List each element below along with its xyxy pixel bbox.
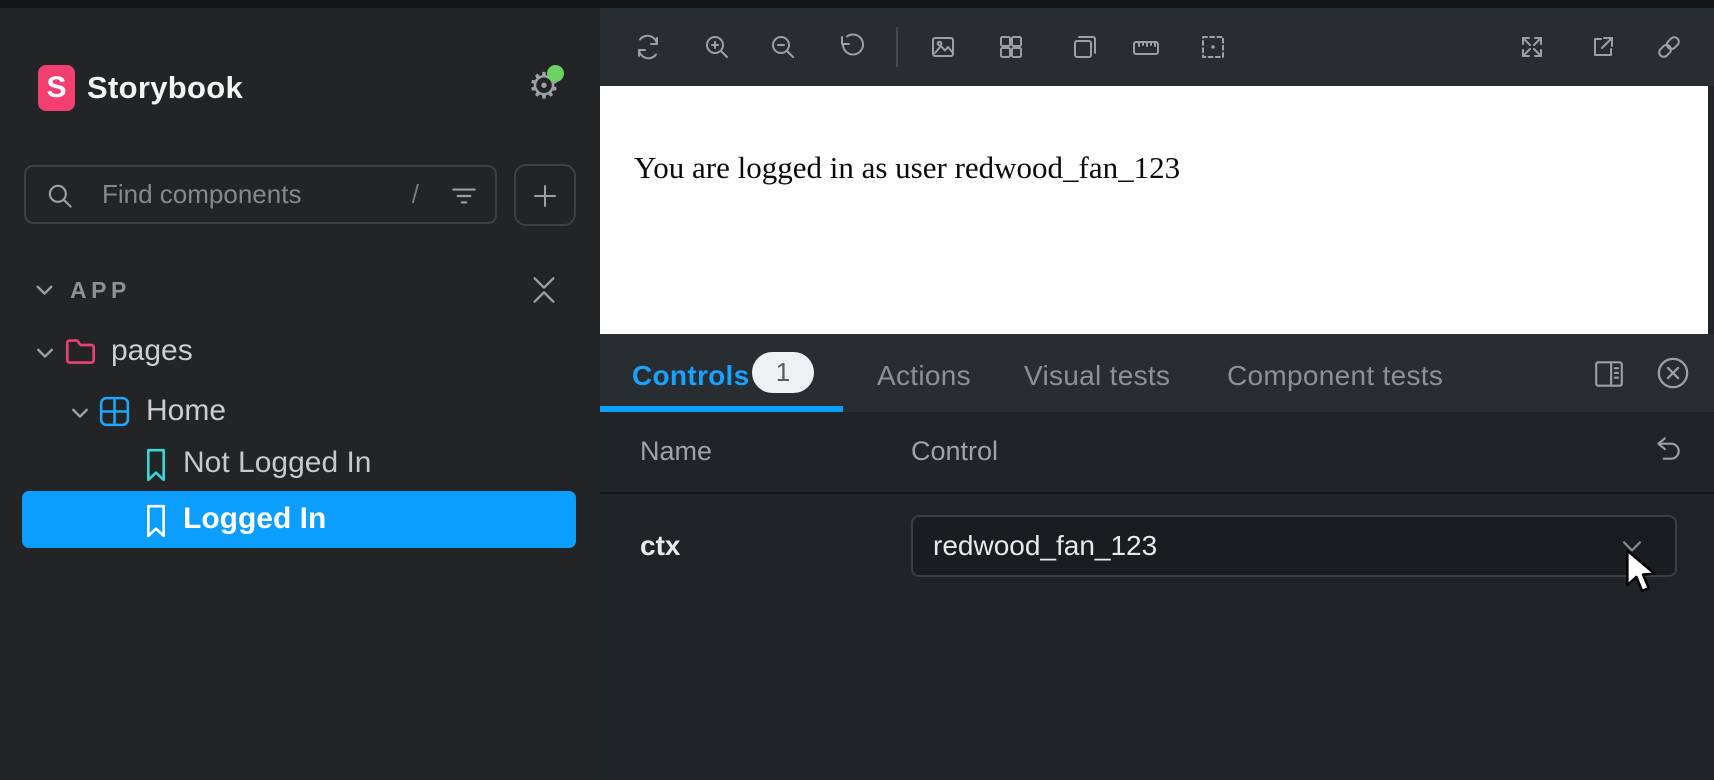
- brand-title: Storybook: [87, 70, 243, 106]
- reset-controls-button[interactable]: [1652, 432, 1688, 468]
- panel-position-button[interactable]: [1593, 358, 1625, 390]
- tab-visual-tests[interactable]: Visual tests: [1024, 360, 1170, 392]
- sidebar-item-pages[interactable]: pages: [0, 326, 600, 378]
- preview-pane: You are logged in as user redwood_fan_12…: [600, 8, 1714, 780]
- control-row-ctx: ctx redwood_fan_123: [600, 494, 1714, 604]
- toolbar-separator: [896, 27, 898, 67]
- tree-item-label: Logged In: [183, 502, 326, 536]
- folder-icon: [64, 335, 97, 366]
- settings-button[interactable]: ⚙: [520, 62, 568, 110]
- create-story-button[interactable]: [514, 164, 576, 226]
- chevron-down-icon: [1623, 541, 1641, 553]
- outline-button[interactable]: [1193, 27, 1233, 67]
- window-top-edge: [0, 0, 1714, 8]
- tree-item-label: Not Logged In: [183, 446, 371, 480]
- ctx-select[interactable]: redwood_fan_123: [911, 515, 1677, 577]
- zoom-out-button[interactable]: [763, 27, 803, 67]
- grid-button[interactable]: [991, 27, 1031, 67]
- search-icon: [44, 180, 76, 212]
- controls-table-header: Name Control: [600, 412, 1714, 492]
- column-header-control: Control: [911, 436, 998, 467]
- open-new-tab-button[interactable]: [1583, 27, 1623, 67]
- story-output-text: You are logged in as user redwood_fan_12…: [634, 150, 1180, 186]
- chevron-down-icon[interactable]: [37, 348, 53, 359]
- sidebar-item-not-logged-in[interactable]: Not Logged In: [0, 438, 600, 490]
- tab-actions[interactable]: Actions: [877, 360, 971, 392]
- measure-button[interactable]: [1126, 27, 1166, 67]
- copy-link-button[interactable]: [1649, 27, 1689, 67]
- controls-count-badge: 1: [752, 352, 814, 393]
- addon-panel-tabbar: Controls 1 Actions Visual tests Componen…: [600, 334, 1714, 412]
- viewport-button[interactable]: [1065, 27, 1105, 67]
- tree-item-label: Home: [146, 394, 226, 428]
- bookmark-icon: [146, 504, 166, 538]
- tab-component-tests[interactable]: Component tests: [1227, 360, 1443, 392]
- canvas-toolbar: [600, 8, 1714, 86]
- tab-controls[interactable]: Controls: [632, 360, 750, 392]
- chevron-down-icon[interactable]: [72, 408, 88, 419]
- sidebar: S Storybook ⚙ / APP: [0, 8, 600, 780]
- fullscreen-button[interactable]: [1512, 27, 1552, 67]
- filter-button[interactable]: [447, 180, 481, 212]
- remount-button[interactable]: [628, 27, 668, 67]
- sidebar-item-logged-in-selected[interactable]: Logged In: [22, 491, 576, 548]
- arg-name: ctx: [640, 530, 680, 562]
- notification-dot: [547, 65, 564, 82]
- close-panel-button[interactable]: [1656, 356, 1690, 390]
- sidebar-section-app[interactable]: APP: [0, 264, 600, 316]
- tree-item-label: pages: [111, 334, 193, 368]
- zoom-in-button[interactable]: [697, 27, 737, 67]
- ctx-select-value: redwood_fan_123: [933, 530, 1157, 562]
- search-shortcut-hint: /: [412, 179, 419, 210]
- component-icon: [99, 396, 130, 427]
- zoom-reset-button[interactable]: [831, 27, 871, 67]
- search-input[interactable]: [102, 167, 402, 222]
- column-header-name: Name: [640, 436, 712, 467]
- section-label: APP: [70, 277, 131, 304]
- collapse-all-button[interactable]: [530, 270, 564, 312]
- storybook-logo[interactable]: S: [38, 65, 75, 111]
- story-canvas: You are logged in as user redwood_fan_12…: [600, 86, 1708, 342]
- sidebar-item-home[interactable]: Home: [0, 386, 600, 438]
- chevron-down-icon: [36, 285, 53, 296]
- background-button[interactable]: [923, 27, 963, 67]
- bookmark-icon: [146, 448, 166, 482]
- storybook-app: S Storybook ⚙ / APP: [0, 0, 1714, 780]
- search-box: /: [24, 165, 497, 224]
